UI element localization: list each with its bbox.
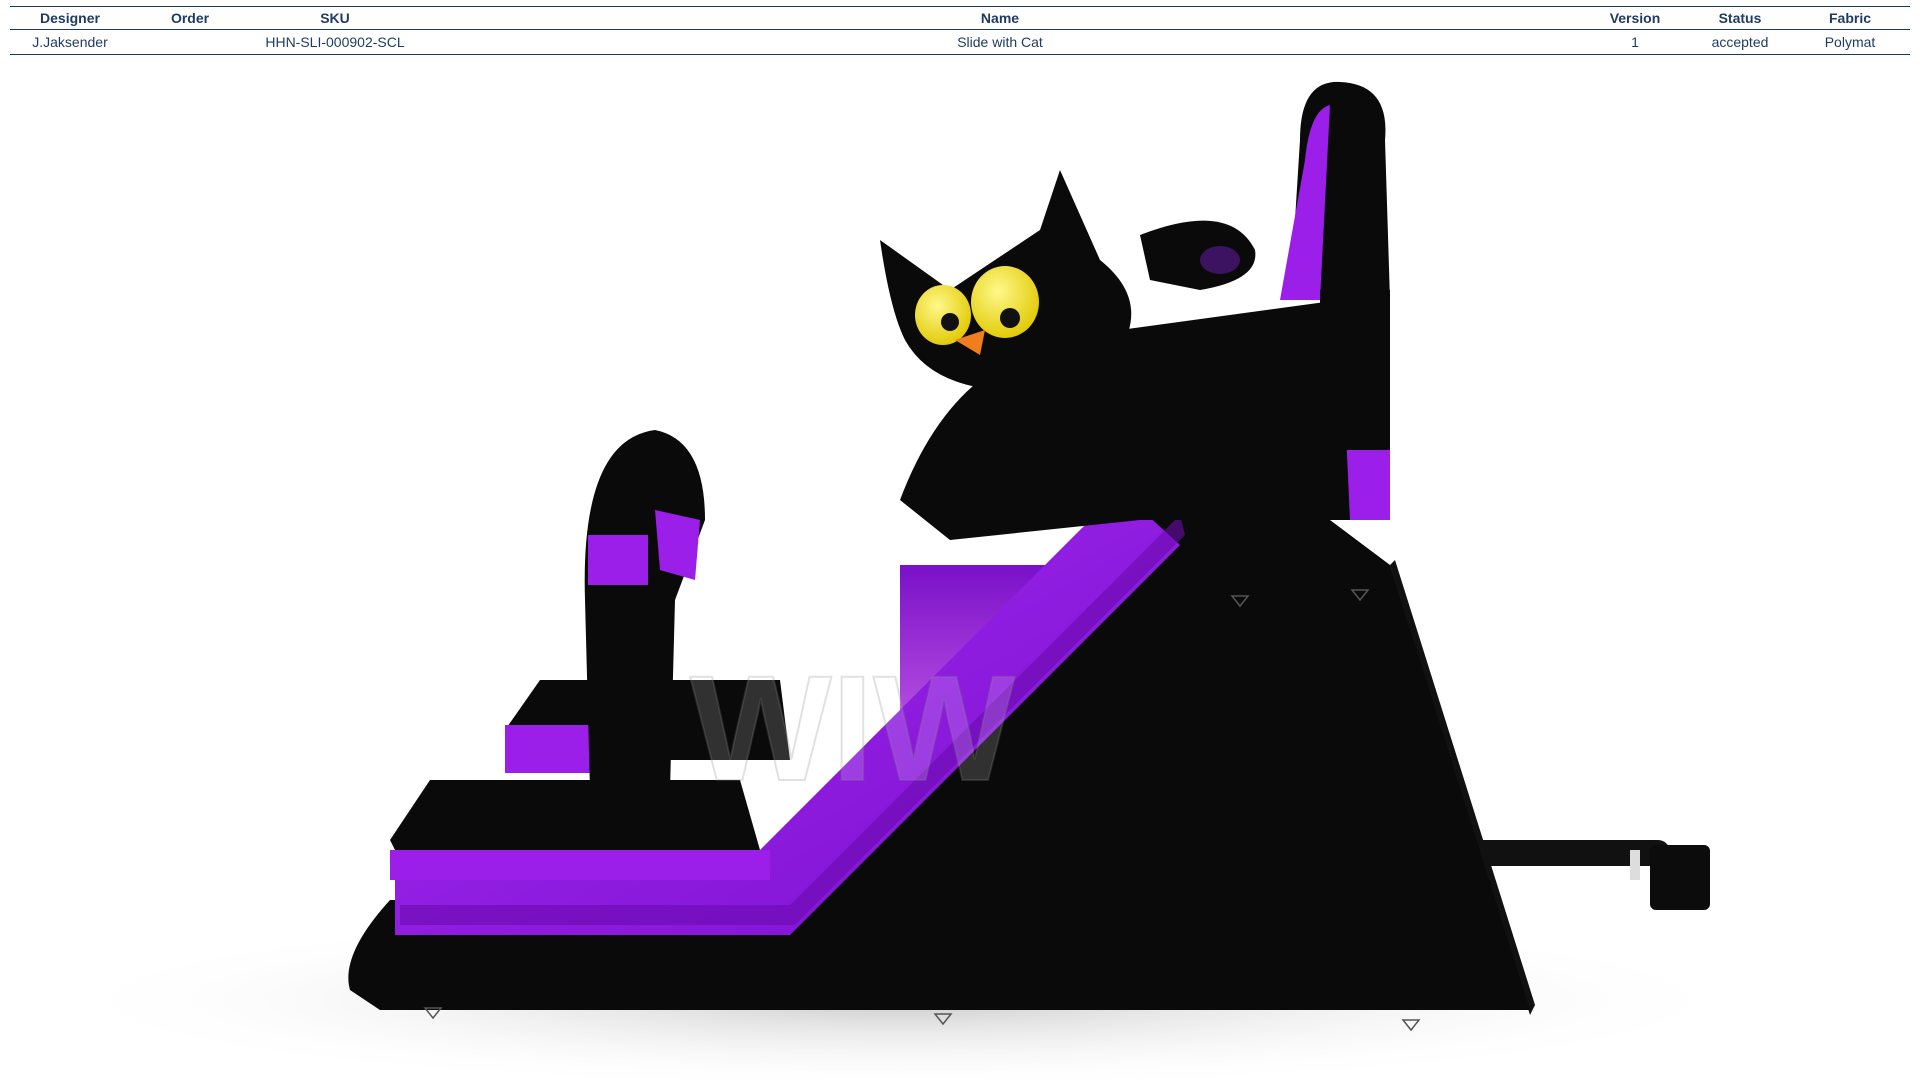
cell-fabric: Polymat <box>1790 29 1910 55</box>
header-sku: SKU <box>250 6 420 30</box>
header-fabric: Fabric <box>1790 6 1910 30</box>
cell-designer: J.Jaksender <box>10 29 130 55</box>
header-status: Status <box>1690 6 1790 30</box>
spec-table-header-row: Designer Order SKU Name Version Status F… <box>10 6 1910 30</box>
product-render-image: WIW <box>40 81 1760 1080</box>
spec-table: Designer Order SKU Name Version Status F… <box>10 6 1910 55</box>
cell-order <box>130 29 250 55</box>
cell-status: accepted <box>1690 29 1790 55</box>
watermark-text: WIW <box>690 644 1015 812</box>
cell-version: 1 <box>1580 29 1690 55</box>
header-name: Name <box>420 6 1580 30</box>
header-version: Version <box>1580 6 1690 30</box>
cell-name: Slide with Cat <box>420 29 1580 55</box>
cat-eye-right <box>971 266 1039 338</box>
blower-icon <box>1470 840 1710 910</box>
table-row: J.Jaksender HHN-SLI-000902-SCL Slide wit… <box>10 29 1910 55</box>
header-designer: Designer <box>10 6 130 30</box>
header-order: Order <box>130 6 250 30</box>
cat-eye-left <box>915 285 971 345</box>
cell-sku: HHN-SLI-000902-SCL <box>250 29 420 55</box>
